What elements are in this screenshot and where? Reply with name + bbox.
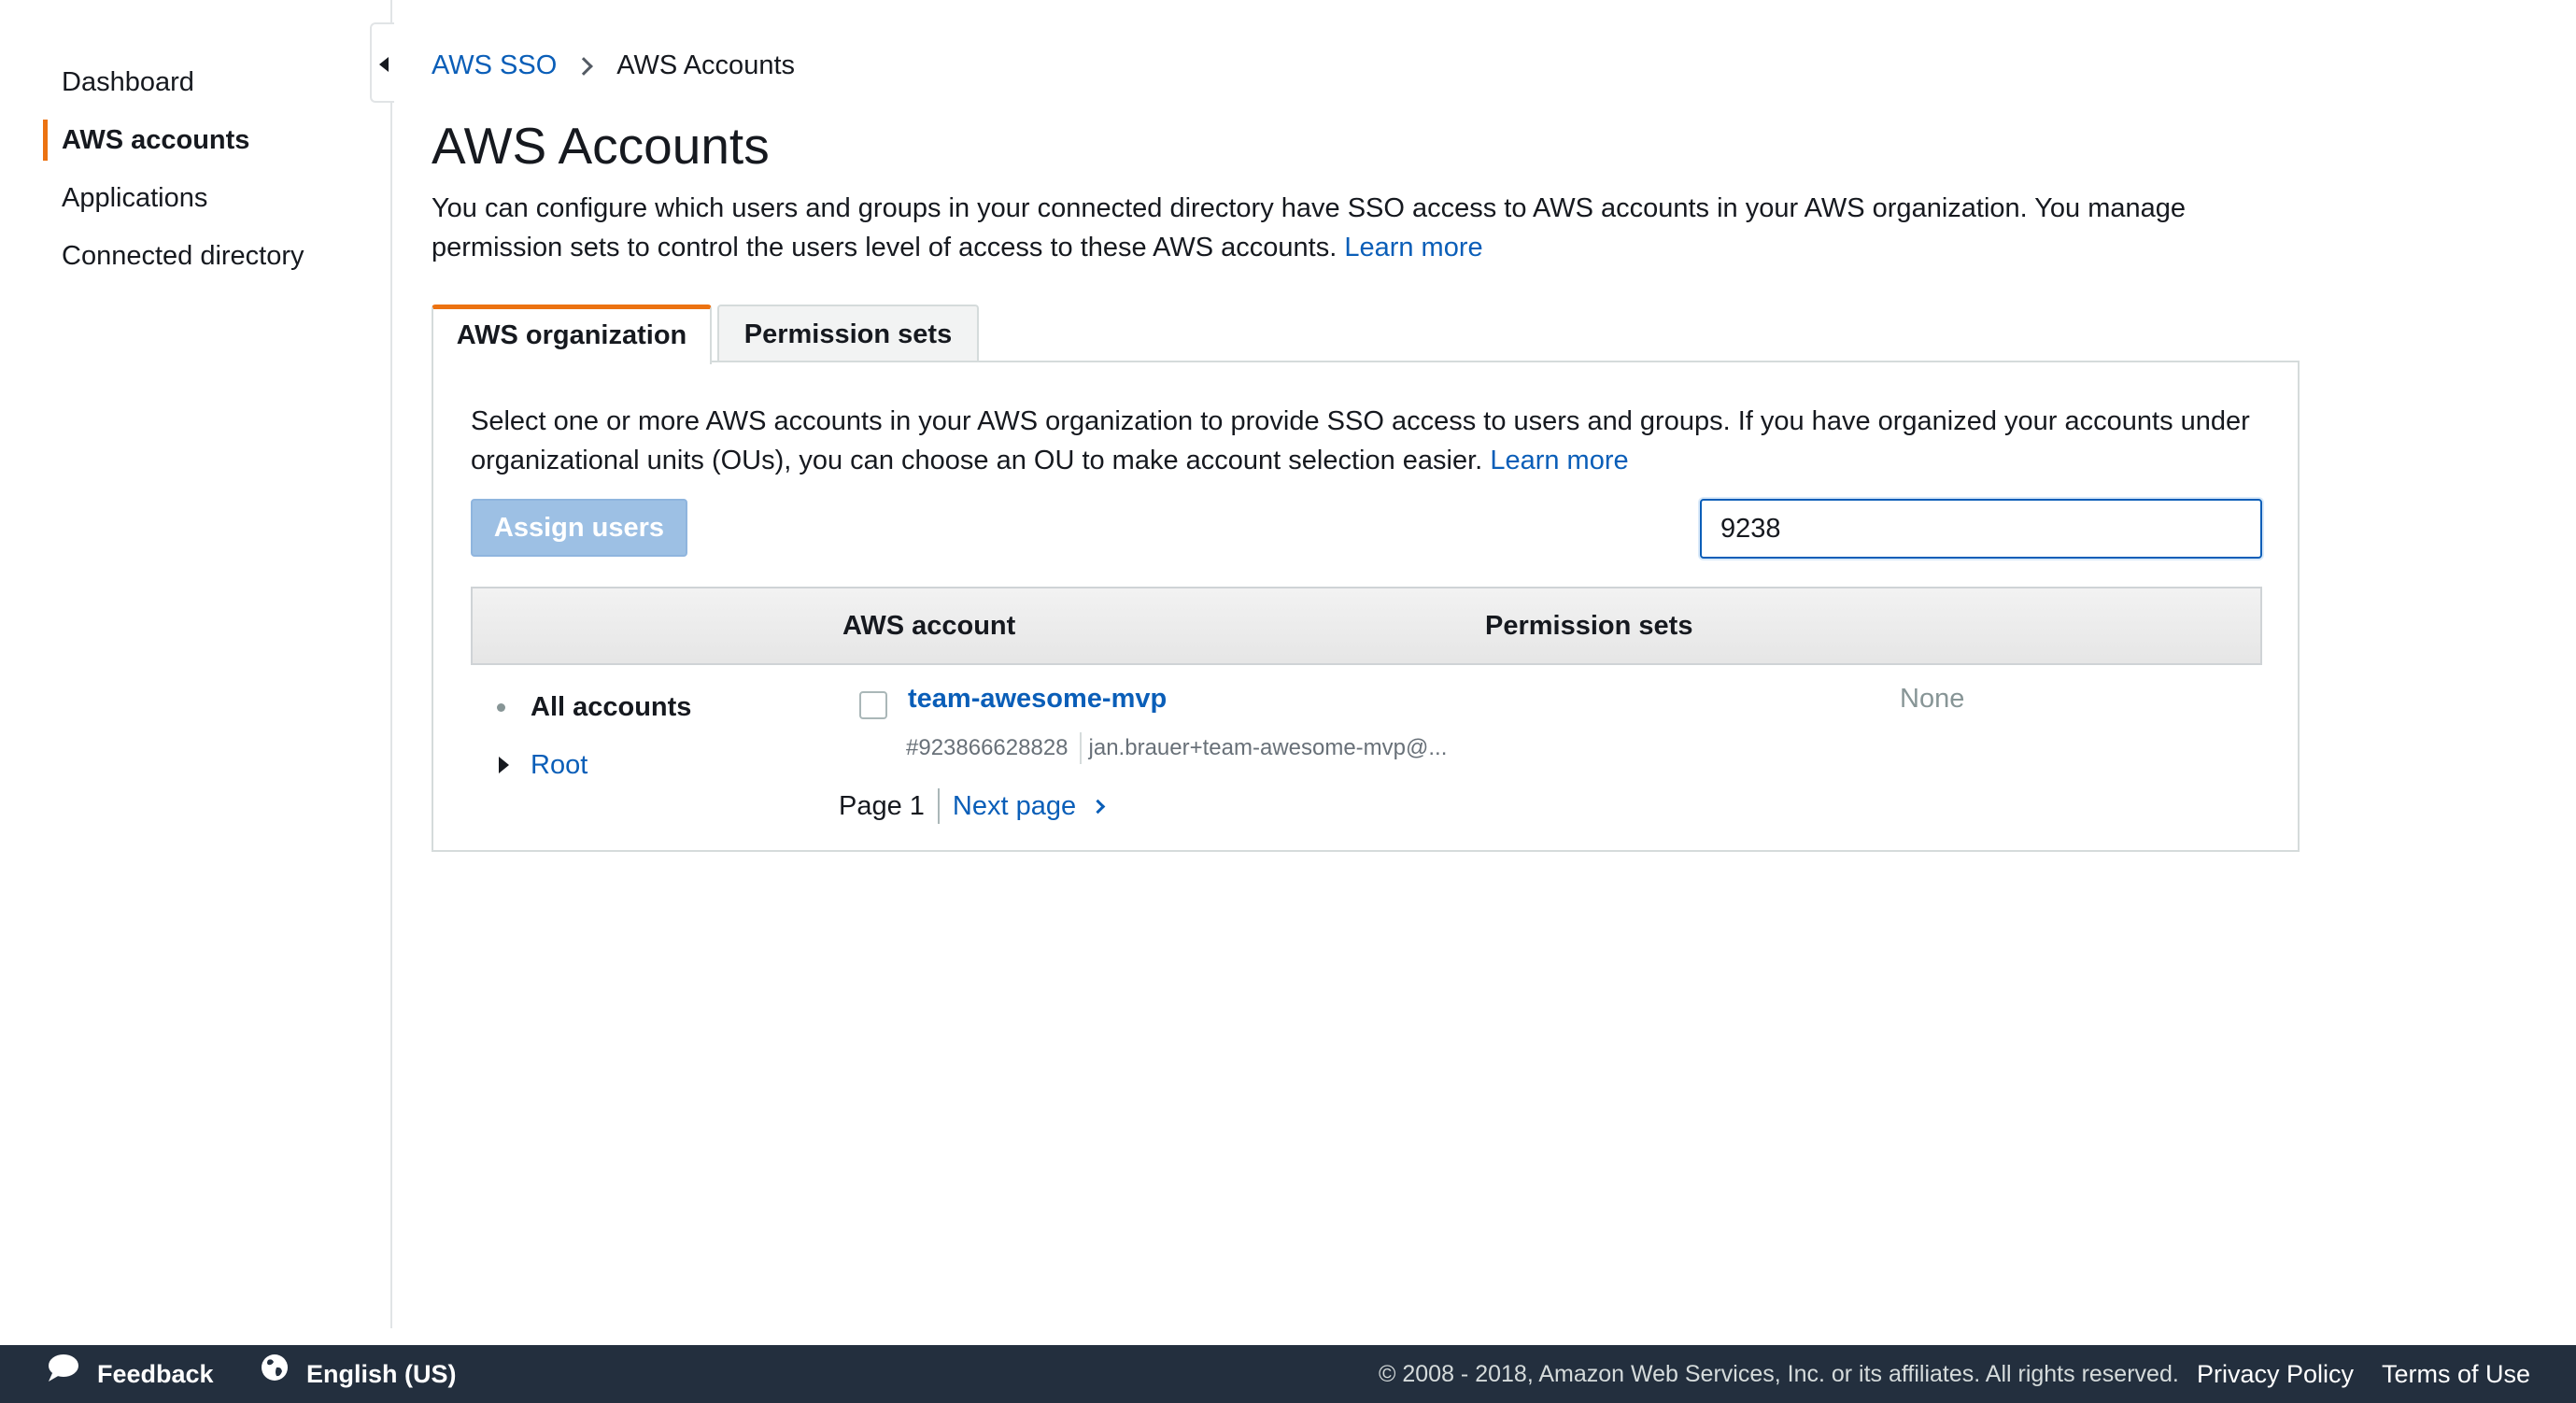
sidebar: Dashboard AWS accounts Applications Conn… [0,0,394,1328]
breadcrumb-current: AWS Accounts [616,50,796,80]
tree-item-root-link[interactable]: Root [531,750,587,780]
account-email: jan.brauer+team-awesome-mvp@... [1088,735,1448,760]
breadcrumb-aws-sso[interactable]: AWS SSO [432,50,557,81]
aws-sso-console: Dashboard AWS accounts Applications Conn… [0,0,2576,1403]
sidebar-collapse-button[interactable] [370,22,394,103]
sidebar-item-aws-accounts[interactable]: AWS accounts [0,120,374,177]
page-title: AWS Accounts [432,117,770,175]
next-page-link[interactable]: Next page [953,791,1076,822]
speech-bubble-icon [47,1345,80,1403]
footer: Feedback English (US) © 2008 - 2018, Ama… [0,1345,2576,1403]
current-page: Page 1 [839,790,925,821]
tab-aws-organization[interactable]: AWS organization [432,305,712,364]
sidebar-item-applications[interactable]: Applications [0,177,374,235]
divider [1079,732,1082,764]
feedback-label: Feedback [97,1360,214,1388]
language-label: English (US) [306,1360,457,1388]
table-header: AWS account Permission sets [471,587,2262,665]
account-id: #923866628828 [906,735,1069,760]
sidebar-item-dashboard[interactable]: Dashboard [0,62,374,120]
column-header-permission-sets: Permission sets [1485,611,1693,641]
account-name-link[interactable]: team-awesome-mvp [908,684,1167,715]
terms-of-use-link[interactable]: Terms of Use [2382,1345,2530,1403]
chevron-right-icon [574,56,594,76]
aws-organization-panel: Select one or more AWS accounts in your … [432,361,2300,852]
sidebar-nav: Dashboard AWS accounts Applications Conn… [0,62,374,293]
language-selector[interactable]: English (US) [260,1345,457,1403]
divider [937,788,940,824]
column-header-aws-account: AWS account [842,611,1016,641]
sidebar-item-connected-directory[interactable]: Connected directory [0,235,374,293]
feedback-button[interactable]: Feedback [47,1345,214,1403]
copyright-text: © 2008 - 2018, Amazon Web Services, Inc.… [1379,1361,2179,1387]
breadcrumb: AWS SSO AWS Accounts [432,50,795,81]
account-permission-sets: None [1900,684,1965,714]
account-meta: #923866628828 jan.brauer+team-awesome-mv… [906,732,1447,764]
account-search-input[interactable] [1700,499,2262,559]
globe-icon [260,1345,290,1403]
panel-description: Select one or more AWS accounts in your … [471,402,2273,480]
bullet-icon [497,703,505,712]
tree-item-all-accounts[interactable]: All accounts [471,678,844,736]
chevron-right-icon[interactable] [1090,799,1106,814]
account-checkbox[interactable] [859,691,887,719]
pagination: Page 1 Next page [839,788,1106,824]
tree-item-root[interactable]: Root [471,736,844,794]
tree-item-label: All accounts [531,692,692,722]
caret-right-icon[interactable] [499,757,509,773]
panel-description-text: Select one or more AWS accounts in your … [471,406,2250,475]
privacy-policy-link[interactable]: Privacy Policy [2197,1345,2354,1403]
learn-more-link[interactable]: Learn more [1344,233,1482,262]
page-description-text: You can configure which users and groups… [432,193,2187,262]
tab-permission-sets[interactable]: Permission sets [717,305,979,362]
caret-left-icon [379,57,389,72]
ou-tree: All accounts Root [471,678,844,794]
table-row: team-awesome-mvp #923866628828 jan.braue… [844,678,2245,764]
panel-learn-more-link[interactable]: Learn more [1490,446,1628,475]
page-description: You can configure which users and groups… [432,189,2300,267]
assign-users-button[interactable]: Assign users [471,499,687,557]
